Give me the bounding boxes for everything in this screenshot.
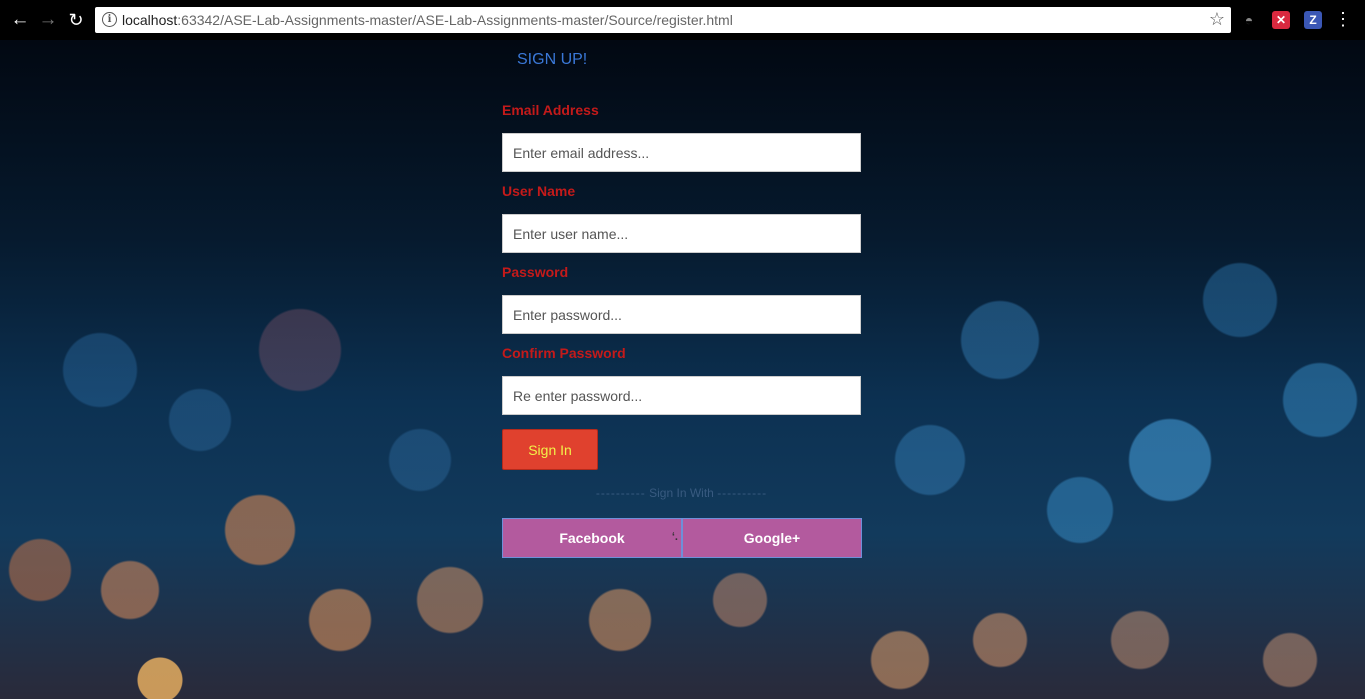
page-body: SIGN UP! Email Address User Name Passwor… bbox=[0, 40, 1365, 699]
sign-in-button[interactable]: Sign In bbox=[502, 429, 598, 470]
back-icon[interactable]: ← bbox=[9, 9, 31, 31]
url-host: localhost bbox=[122, 12, 178, 28]
divider-dashes-right: ---------- bbox=[717, 486, 768, 500]
shield-icon[interactable]: ✕ bbox=[1272, 11, 1290, 29]
menu-icon[interactable]: ⋮ bbox=[1334, 9, 1352, 30]
confirm-password-label: Confirm Password bbox=[502, 345, 626, 361]
email-field[interactable] bbox=[502, 133, 861, 172]
facebook-label: Facebook bbox=[559, 530, 625, 546]
divider-text: Sign In With bbox=[649, 486, 714, 500]
url-path: :63342/ASE-Lab-Assignments-master/ASE-La… bbox=[177, 12, 733, 28]
divider-dashes-left: ---------- bbox=[595, 486, 646, 500]
facebook-button[interactable]: Facebook ʻ. bbox=[502, 518, 682, 558]
address-bar[interactable]: i localhost:63342/ASE-Lab-Assignments-ma… bbox=[95, 7, 1231, 33]
url-text[interactable]: localhost:63342/ASE-Lab-Assignments-mast… bbox=[122, 12, 733, 28]
email-label: Email Address bbox=[502, 102, 599, 118]
google-plus-label: Google+ bbox=[743, 530, 801, 546]
z-icon[interactable]: Z bbox=[1304, 11, 1322, 29]
google-plus-button[interactable]: Google+ bbox=[682, 518, 862, 558]
info-icon[interactable]: i bbox=[102, 12, 117, 27]
password-label: Password bbox=[502, 264, 569, 280]
incognito-icon[interactable]: ◓ bbox=[1240, 11, 1258, 29]
forward-icon[interactable]: → bbox=[37, 9, 59, 31]
star-icon[interactable]: ☆ bbox=[1209, 9, 1225, 30]
cursor-icon: ʻ. bbox=[671, 531, 678, 543]
browser-toolbar: ← → ↻ i localhost:63342/ASE-Lab-Assignme… bbox=[0, 0, 1365, 40]
password-field[interactable] bbox=[502, 295, 861, 334]
sign-in-with-divider: ---------- Sign In With ---------- bbox=[502, 486, 861, 500]
page-title: SIGN UP! bbox=[517, 51, 588, 68]
reload-icon[interactable]: ↻ bbox=[65, 9, 87, 31]
username-label: User Name bbox=[502, 183, 576, 199]
username-field[interactable] bbox=[502, 214, 861, 253]
confirm-password-field[interactable] bbox=[502, 376, 861, 415]
